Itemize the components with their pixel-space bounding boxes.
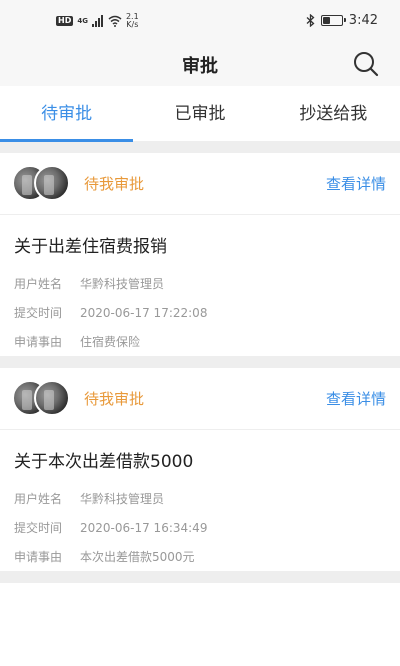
field-row: 用户姓名 华黔科技管理员 <box>14 484 386 513</box>
card-header: 待我审批 查看详情 <box>0 153 400 215</box>
field-label: 申请事由 <box>14 550 63 564</box>
avatar-group <box>12 380 70 418</box>
avatar <box>34 165 70 201</box>
battery-level <box>322 17 330 24</box>
divider <box>0 142 400 153</box>
divider <box>0 571 400 583</box>
view-details-link[interactable]: 查看详情 <box>326 388 386 409</box>
tab-pending[interactable]: 待审批 <box>0 86 134 142</box>
page-title: 审批 <box>182 56 218 77</box>
field-row: 申请事由 本次出差借款5000元 <box>14 542 386 571</box>
clock: 3:42 <box>348 13 378 28</box>
tab-cc-to-me[interactable]: 抄送给我 <box>267 86 400 141</box>
search-icon[interactable] <box>352 50 380 78</box>
field-value: 住宿费保险 <box>80 335 141 349</box>
field-label: 提交时间 <box>14 521 63 535</box>
card-title: 关于本次出差借款5000 <box>14 452 194 472</box>
field-row: 提交时间 2020-06-17 16:34:49 <box>14 513 386 542</box>
field-row: 申请事由 住宿费保险 <box>14 327 386 356</box>
status-badge: 待我审批 <box>84 175 145 193</box>
field-value: 2020-06-17 17:22:08 <box>80 305 208 320</box>
card-body: 关于本次出差借款5000 用户姓名 华黔科技管理员 提交时间 2020-06-1… <box>0 430 400 571</box>
card-body: 关于出差住宿费报销 用户姓名 华黔科技管理员 提交时间 2020-06-17 1… <box>0 215 400 356</box>
status-badge: 待我审批 <box>84 390 145 408</box>
status-bar: HD 4G 2.1 K/s 3:42 <box>0 0 400 42</box>
card-header: 待我审批 查看详情 <box>0 368 400 430</box>
field-label: 提交时间 <box>14 306 63 320</box>
network-type: 4G <box>77 17 88 25</box>
divider <box>0 356 400 368</box>
status-indicators: HD 4G 2.1 K/s <box>56 12 139 30</box>
field-value: 2020-06-17 16:34:49 <box>80 520 208 535</box>
avatar <box>34 380 70 416</box>
field-label: 申请事由 <box>14 335 63 349</box>
tab-bar: 待审批 已审批 抄送给我 <box>0 86 400 142</box>
approval-card[interactable]: 待我审批 查看详情 关于本次出差借款5000 用户姓名 华黔科技管理员 提交时间… <box>0 368 400 571</box>
approval-card[interactable]: 待我审批 查看详情 关于出差住宿费报销 用户姓名 华黔科技管理员 提交时间 20… <box>0 153 400 356</box>
field-value: 华黔科技管理员 <box>80 277 165 291</box>
bluetooth-icon <box>306 14 315 27</box>
battery-icon <box>320 15 346 26</box>
net-speed: 2.1 K/s <box>126 13 139 29</box>
status-right: 3:42 <box>306 13 378 28</box>
card-title: 关于出差住宿费报销 <box>14 237 167 257</box>
field-value: 华黔科技管理员 <box>80 492 165 506</box>
field-row: 提交时间 2020-06-17 17:22:08 <box>14 298 386 327</box>
field-row: 用户姓名 华黔科技管理员 <box>14 269 386 298</box>
view-details-link[interactable]: 查看详情 <box>326 173 386 194</box>
avatar-group <box>12 165 70 203</box>
signal-icon <box>91 15 103 27</box>
field-label: 用户姓名 <box>14 492 63 506</box>
field-label: 用户姓名 <box>14 277 63 291</box>
tab-approved[interactable]: 已审批 <box>133 86 266 141</box>
field-value: 本次出差借款5000元 <box>80 550 195 564</box>
hd-badge: HD <box>56 16 74 26</box>
net-speed-unit: K/s <box>126 20 139 29</box>
nav-bar: 审批 <box>0 42 400 86</box>
wifi-icon <box>108 15 122 27</box>
